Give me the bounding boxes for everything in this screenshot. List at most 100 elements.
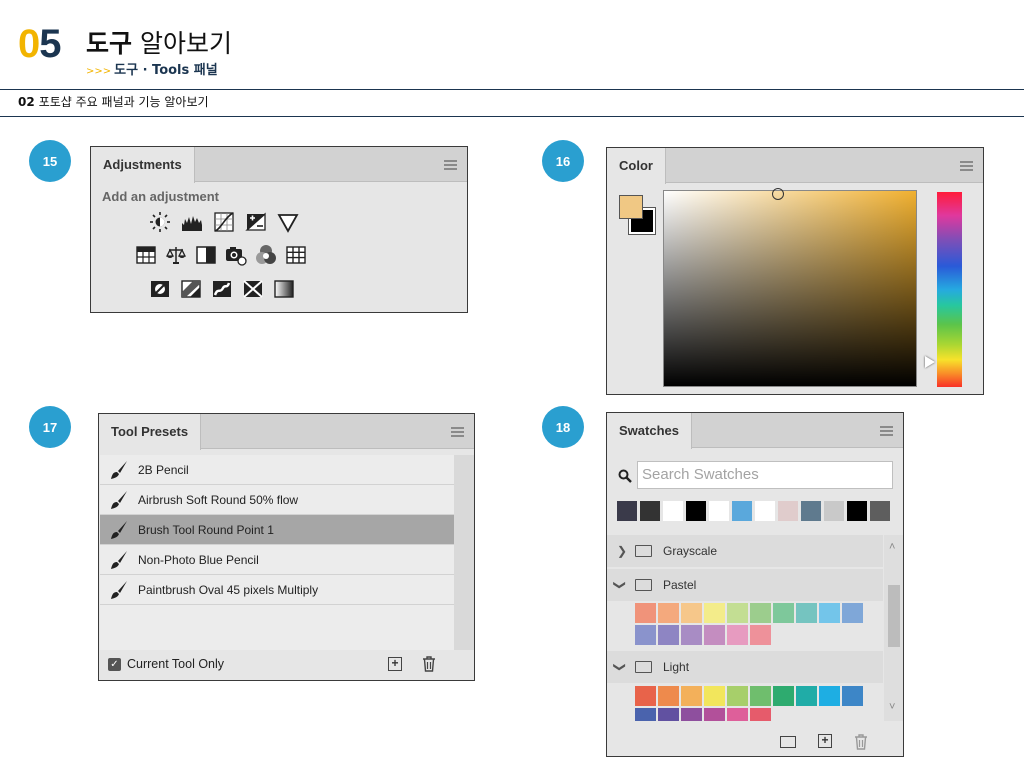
swatch-chip[interactable] xyxy=(658,603,679,623)
hue-slider-marker[interactable] xyxy=(925,356,935,368)
preset-item-selected[interactable]: Brush Tool Round Point 1 xyxy=(100,515,454,545)
swatch-chip[interactable] xyxy=(750,686,771,706)
search-swatches-input[interactable]: Search Swatches xyxy=(637,461,893,489)
swatch-chip[interactable] xyxy=(842,603,863,623)
swatch-chip[interactable] xyxy=(635,708,656,721)
swatch-chip[interactable] xyxy=(842,686,863,706)
swatch-chip[interactable] xyxy=(727,625,748,645)
swatch-chip[interactable] xyxy=(819,686,840,706)
recent-swatch[interactable] xyxy=(824,501,844,521)
recent-swatch[interactable] xyxy=(755,501,775,521)
new-group-folder-button[interactable] xyxy=(780,736,796,748)
panel-menu-icon[interactable] xyxy=(880,426,893,436)
swatch-group-light[interactable]: ❯ Light xyxy=(607,651,883,683)
swatch-chip[interactable] xyxy=(727,686,748,706)
search-icon xyxy=(618,469,632,483)
adjustments-heading: Add an adjustment xyxy=(102,189,220,204)
recent-swatch[interactable] xyxy=(778,501,798,521)
delete-preset-button[interactable] xyxy=(422,656,436,672)
delete-swatch-button[interactable] xyxy=(854,734,868,750)
current-tool-only-checkbox[interactable]: ✓ xyxy=(108,658,121,671)
recent-swatch[interactable] xyxy=(686,501,706,521)
curves-icon[interactable] xyxy=(213,211,235,233)
scrollbar-thumb[interactable] xyxy=(888,585,900,647)
tab-tool-presets[interactable]: Tool Presets xyxy=(99,414,202,450)
swatch-chip[interactable] xyxy=(704,686,725,706)
swatch-chip[interactable] xyxy=(750,603,771,623)
gradient-map-icon[interactable] xyxy=(273,278,295,300)
recent-swatch[interactable] xyxy=(617,501,637,521)
swatch-chip[interactable] xyxy=(704,708,725,721)
panel-menu-icon[interactable] xyxy=(960,161,973,171)
hue-saturation-icon[interactable] xyxy=(135,244,157,266)
preset-item[interactable]: Airbrush Soft Round 50% flow xyxy=(100,485,454,515)
header-rule xyxy=(0,89,1024,90)
levels-icon[interactable] xyxy=(181,211,203,233)
swatch-chip[interactable] xyxy=(750,708,771,721)
black-white-icon[interactable] xyxy=(195,244,217,266)
swatch-chip[interactable] xyxy=(773,686,794,706)
chevron-down-icon[interactable]: ˅ xyxy=(889,701,895,713)
swatch-chip[interactable] xyxy=(681,708,702,721)
swatches-scrollbar[interactable]: ˄ ˅ xyxy=(884,535,903,721)
folder-open-icon xyxy=(635,661,652,673)
swatch-chip[interactable] xyxy=(635,686,656,706)
vibrance-icon[interactable] xyxy=(277,211,299,233)
swatch-chip[interactable] xyxy=(681,625,702,645)
recent-swatch[interactable] xyxy=(870,501,890,521)
new-preset-button[interactable]: + xyxy=(388,657,402,671)
recent-swatch[interactable] xyxy=(847,501,867,521)
chapter-number: 05 xyxy=(18,22,62,66)
color-picker-cursor[interactable] xyxy=(772,188,784,200)
tab-adjustments[interactable]: Adjustments xyxy=(91,147,195,183)
foreground-color-swatch[interactable] xyxy=(619,195,643,219)
swatch-chip[interactable] xyxy=(750,625,771,645)
channel-mixer-icon[interactable] xyxy=(255,244,277,266)
swatch-chip[interactable] xyxy=(658,625,679,645)
photo-filter-icon[interactable] xyxy=(225,244,247,266)
section-title: 02 포토샵 주요 패널과 기능 알아보기 xyxy=(18,95,209,109)
threshold-icon[interactable] xyxy=(211,278,233,300)
posterize-icon[interactable] xyxy=(180,278,202,300)
color-lookup-icon[interactable] xyxy=(285,244,307,266)
selective-color-icon[interactable] xyxy=(242,278,264,300)
preset-scrollbar[interactable] xyxy=(454,455,474,650)
swatch-chip[interactable] xyxy=(796,603,817,623)
brightness-contrast-icon[interactable] xyxy=(149,211,171,233)
group-label: Light xyxy=(663,660,690,674)
panel-menu-icon[interactable] xyxy=(444,160,457,170)
swatch-group-grayscale[interactable]: ❯ Grayscale xyxy=(607,535,883,567)
swatch-chip[interactable] xyxy=(704,625,725,645)
recent-swatch[interactable] xyxy=(640,501,660,521)
chevron-up-icon[interactable]: ˄ xyxy=(889,541,895,553)
invert-icon[interactable] xyxy=(149,278,171,300)
swatch-chip[interactable] xyxy=(727,708,748,721)
swatch-chip[interactable] xyxy=(681,603,702,623)
recent-swatch[interactable] xyxy=(663,501,683,521)
swatch-chip[interactable] xyxy=(704,603,725,623)
preset-item[interactable]: Non-Photo Blue Pencil xyxy=(100,545,454,575)
recent-swatch[interactable] xyxy=(801,501,821,521)
panel-menu-icon[interactable] xyxy=(451,427,464,437)
swatch-chip[interactable] xyxy=(658,708,679,721)
swatch-chip[interactable] xyxy=(681,686,702,706)
preset-item[interactable]: Paintbrush Oval 45 pixels Multiply xyxy=(100,575,454,605)
swatch-chip[interactable] xyxy=(658,686,679,706)
exposure-icon[interactable] xyxy=(245,211,267,233)
swatch-group-pastel[interactable]: ❯ Pastel xyxy=(607,569,883,601)
swatch-chip[interactable] xyxy=(773,603,794,623)
swatch-chip[interactable] xyxy=(819,603,840,623)
recent-swatch[interactable] xyxy=(732,501,752,521)
swatch-chip[interactable] xyxy=(796,686,817,706)
color-balance-icon[interactable] xyxy=(165,244,187,266)
swatch-chip[interactable] xyxy=(727,603,748,623)
preset-item[interactable]: 2B Pencil xyxy=(100,455,454,485)
recent-swatch[interactable] xyxy=(709,501,729,521)
hue-slider[interactable] xyxy=(937,192,962,387)
swatch-chip[interactable] xyxy=(635,603,656,623)
swatch-chip[interactable] xyxy=(635,625,656,645)
tab-swatches[interactable]: Swatches xyxy=(607,413,692,449)
new-swatch-button[interactable]: + xyxy=(818,734,832,748)
color-picker-field[interactable] xyxy=(663,188,917,387)
tab-color[interactable]: Color xyxy=(607,148,666,184)
